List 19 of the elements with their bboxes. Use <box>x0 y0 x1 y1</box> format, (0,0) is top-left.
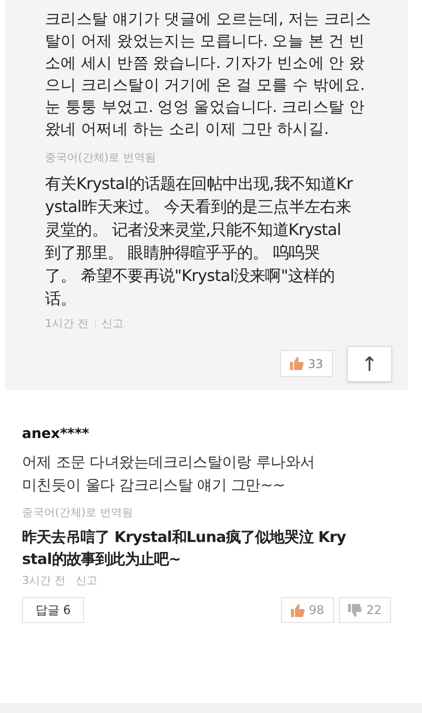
comment-text: 어제 조문 다녀왔는데크리스탈이랑 루나와서 미친듯이 울다 감크리스탈 얘기 그만~~ <box>22 452 316 496</box>
thumbs-down-icon <box>348 604 362 616</box>
translated-text: 有关Krystal的话题在回帖中出现,我不知道Kr ystal昨天来过。 今天看到的是三点半左右来 灵堂的。 记者没来灵堂,只能不知道Krystal 到了那里。 眼睛肿得暄乎乎的。 呜呜哭 了。 希望不要再说"Krystal没来啊"这样的 话。 <box>45 172 354 310</box>
report-link[interactable]: 신고 <box>102 316 124 332</box>
dislike-button[interactable]: 22 <box>339 597 391 623</box>
reply-button[interactable]: 답글 6 <box>22 597 84 623</box>
username: anex**** <box>22 425 90 444</box>
scroll-top-button[interactable]: ↑ <box>347 346 392 382</box>
like-button[interactable]: 98 <box>281 597 334 623</box>
like-button[interactable]: 33 <box>280 350 333 377</box>
comment-time: 3시간 전 <box>22 572 66 588</box>
translation-note: 중국어(간체)로 번역됨 <box>22 505 134 521</box>
thumbs-up-icon <box>290 604 305 616</box>
thumbs-up-icon <box>290 357 304 370</box>
comment-time: 1시간 전 <box>45 316 88 332</box>
translated-text: 昨天去吊唁了 Krystal和Luna疯了似地哭泣 Kry stal的故事到此为止吧~ <box>22 526 347 570</box>
report-link[interactable]: 신고 <box>76 572 98 589</box>
translation-note: 중국어(간체)로 번역됨 <box>45 150 156 166</box>
comment-text: 크리스탈 얘기가 댓글에 오르는데, 저는 크리스 탈이 어제 왔었는지는 모릅니다. 오늘 본 건 빈 소에 세시 반쯤 왔습니다. 기자가 빈소에 안 왔 으니 크리스탈이 거기에 온 걸 모를 수 밖에요. 눈 퉁퉁 부었고. 엉엉 울었습니다. 크리스탈 안 왔네 어쩌네 하는 소리 이제 그만 하시길. <box>45 9 372 140</box>
